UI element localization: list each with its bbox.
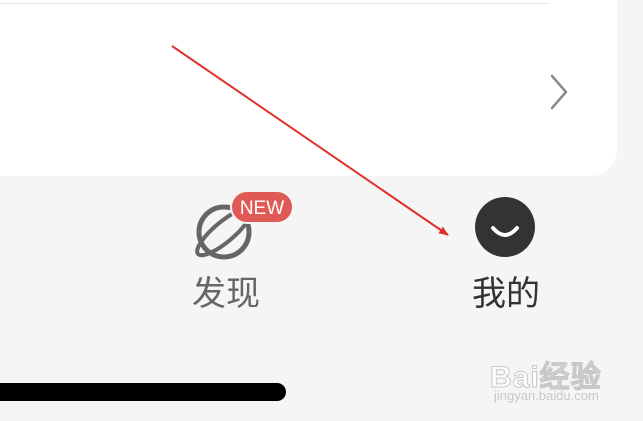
new-badge: NEW [230, 190, 294, 224]
smile-avatar-icon [475, 197, 535, 257]
tab-mine[interactable]: 我的 [446, 190, 566, 320]
home-indicator [0, 383, 286, 401]
chevron-right-icon[interactable] [544, 72, 574, 112]
watermark-url: jingyan.baidu.com [494, 388, 599, 403]
baidu-jingyan-watermark: Bai经验 jingyan.baidu.com [490, 352, 640, 412]
tab-mine-label: 我的 [472, 274, 540, 314]
tab-discover[interactable]: NEW 发现 [166, 190, 294, 320]
card-divider [0, 3, 550, 4]
tab-discover-label: 发现 [192, 274, 260, 314]
content-card[interactable] [0, 0, 617, 176]
